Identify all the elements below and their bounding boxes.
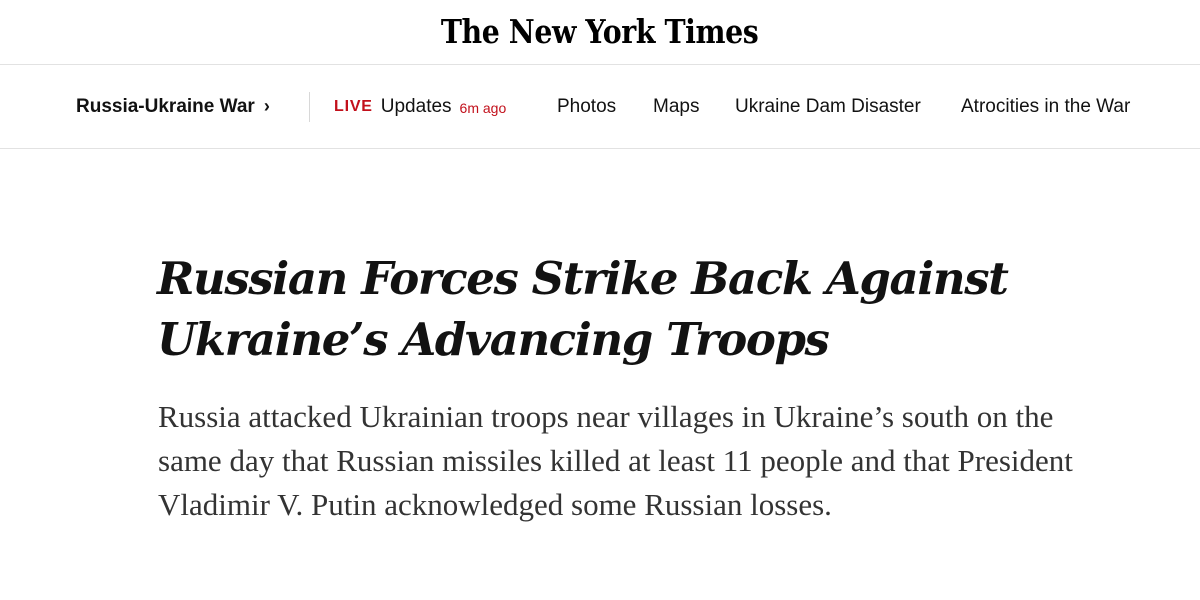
section-nav-bar: Russia-Ukraine War › LIVE Updates 6m ago…: [0, 65, 1200, 149]
live-badge: LIVE: [334, 97, 373, 115]
live-updates-label: Updates: [380, 95, 452, 117]
section-label: Russia-Ukraine War: [76, 95, 255, 117]
nav-link-maps[interactable]: Maps: [653, 65, 699, 148]
article-headline: Russian Forces Strike Back Against Ukrai…: [157, 248, 1117, 370]
headline-line-1: Russian Forces Strike Back Against: [157, 252, 1009, 305]
nav-link-ukraine-dam-disaster[interactable]: Ukraine Dam Disaster: [735, 65, 921, 148]
nav-divider: [309, 92, 310, 122]
headline-line-2: Ukraine’s Advancing Troops: [157, 313, 830, 366]
masthead: The New York Times: [0, 0, 1200, 65]
section-link-russia-ukraine-war[interactable]: Russia-Ukraine War ›: [76, 65, 270, 148]
article-summary: Russia attacked Ukrainian troops near vi…: [158, 399, 1073, 522]
nav-link-atrocities-in-the-war[interactable]: Atrocities in the War: [961, 65, 1130, 148]
chevron-right-icon: ›: [263, 96, 270, 116]
live-updated-time: 6m ago: [459, 100, 507, 116]
live-updates-link[interactable]: LIVE Updates 6m ago: [334, 65, 506, 148]
nyt-logo[interactable]: The New York Times: [441, 12, 759, 51]
nav-link-photos[interactable]: Photos: [557, 65, 616, 148]
